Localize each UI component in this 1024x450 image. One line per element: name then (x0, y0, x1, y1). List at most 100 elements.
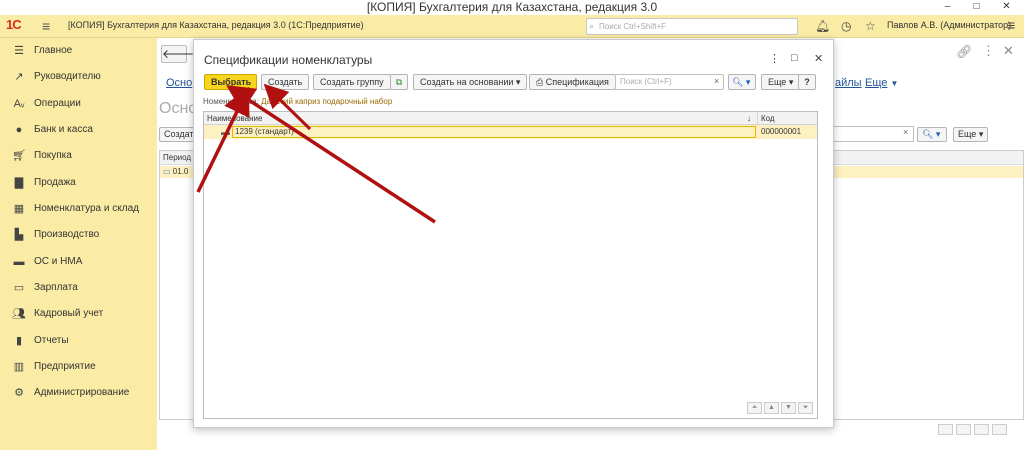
column-divider (757, 112, 758, 125)
back-button[interactable]: 🡐 (161, 45, 194, 63)
sidebar-item-operations[interactable]: Аᵥ Операции (0, 92, 148, 116)
first-page-button[interactable] (938, 424, 953, 435)
people-icon: 👥︎ (12, 308, 26, 320)
sidebar-item-label: Главное (34, 45, 73, 56)
sort-down-icon: ↓ (747, 114, 751, 123)
prev-page-button[interactable]: ▲ (764, 402, 779, 414)
sidebar-item-label: Покупка (34, 150, 72, 161)
nomenclature-filter: Номенклатура: Дамский каприз подарочный … (203, 97, 392, 106)
sidebar-item-label: Зарплата (34, 282, 78, 293)
sidebar-item-enterprise[interactable]: ▥ Предприятие (0, 355, 148, 379)
sidebar-item-bank[interactable]: ● Банк и касса (0, 118, 148, 142)
next-page-button[interactable]: ▼ (781, 402, 796, 414)
close-icon[interactable]: ✕ (814, 52, 823, 65)
table-row[interactable]: ▬ 1239 (стандарт) 000000001 (204, 125, 817, 139)
sidebar-item-hr[interactable]: 👥︎ Кадровый учет (0, 302, 148, 326)
enterprise-icon: ▥ (13, 361, 25, 373)
sidebar-item-warehouse[interactable]: ▦ Номенклатура и склад (0, 197, 148, 221)
sidebar-item-sales[interactable]: ▇ Продажа (0, 171, 148, 195)
star-icon[interactable]: ☆ (865, 19, 876, 33)
sidebar-item-main[interactable]: ☰ Главное (0, 39, 148, 63)
cart-icon: 🛒︎ (12, 150, 26, 162)
row-code-cell: 000000001 (761, 127, 802, 136)
bag-icon: ▇ (14, 177, 24, 189)
sidebar-item-label: ОС и НМА (34, 256, 83, 267)
create-button[interactable]: Создать (261, 74, 310, 90)
copy-icon[interactable]: ⧉ (390, 74, 408, 90)
specifications-table: Наименование ↓ Код ▬ 1239 (стандарт) 000… (203, 111, 818, 419)
truck-icon: ▬ (13, 256, 25, 268)
bg-more-button[interactable]: Еще ▾ (953, 127, 989, 142)
search-icon: 🔍︎ ▾ (922, 129, 941, 139)
operations-icon: Аᵥ (13, 98, 25, 110)
form-more-link[interactable]: Еще ▼ (865, 77, 898, 89)
prev-page-button[interactable] (956, 424, 971, 435)
column-name-header[interactable]: Наименование (207, 112, 262, 125)
sidebar-item-label: Руководителю (34, 71, 101, 82)
settings-menu-icon[interactable]: ≡ (1007, 17, 1015, 33)
sidebar-item-label: Номенклатура и склад (34, 203, 139, 214)
hamburger-menu-icon[interactable]: ≡ (42, 18, 50, 34)
bell-icon[interactable]: 🔔︎ (815, 19, 830, 33)
minimize-button[interactable]: – (938, 0, 957, 15)
tab-files[interactable]: айлы (835, 77, 862, 89)
global-search-placeholder: Поиск Ctrl+Shift+F (599, 22, 667, 31)
link-icon[interactable]: 🔗︎ (956, 44, 973, 60)
dialog-search-button[interactable]: 🔍︎ ▾ (728, 74, 756, 90)
maximize-button[interactable]: □ (967, 0, 986, 15)
sidebar-item-label: Отчеты (34, 335, 69, 346)
arrow-left-icon: 🡐 (162, 47, 195, 61)
create-based-on-button[interactable]: Создать на основании ▾ (413, 74, 528, 90)
clear-icon[interactable]: × (714, 76, 719, 86)
specification-print-button[interactable]: ⎙ Спецификация (529, 74, 616, 90)
sidebar-item-salary[interactable]: ▭ Зарплата (0, 276, 148, 300)
last-page-button[interactable]: ⏷ (798, 402, 813, 414)
gear-icon: ⚙ (14, 387, 24, 399)
printer-icon: ⎙ (536, 77, 544, 87)
sidebar-item-admin[interactable]: ⚙ Администрирование (0, 381, 148, 405)
app-logo: 1С (6, 17, 22, 32)
current-user[interactable]: Павлов А.В. (Администратор) (887, 20, 1011, 30)
filter-value[interactable]: Дамский каприз подарочный набор (261, 97, 392, 106)
history-icon[interactable]: ◷ (841, 19, 851, 33)
next-page-button[interactable] (974, 424, 989, 435)
sidebar-item-purchases[interactable]: 🛒︎ Покупка (0, 144, 148, 168)
sidebar-item-manager[interactable]: ↗ Руководителю (0, 65, 148, 89)
bg-search-button[interactable]: 🔍︎ ▾ (917, 127, 947, 142)
dialog-title: Спецификации номенклатуры (204, 53, 373, 67)
bank-icon: ● (15, 124, 23, 136)
sidebar-item-reports[interactable]: ▮ Отчеты (0, 329, 148, 353)
table-header: Наименование ↓ Код (204, 112, 817, 125)
chevron-down-icon: ▾ (515, 77, 521, 87)
close-window-button[interactable]: ✕ (997, 0, 1016, 15)
more-vert-icon[interactable]: ⋮ (982, 43, 995, 59)
sidebar-item-label: Кадровый учет (34, 308, 104, 319)
dialog-search-input[interactable]: Поиск (Ctrl+F) (615, 74, 724, 90)
clear-icon[interactable]: × (903, 127, 908, 137)
tab-main[interactable]: Осно (166, 77, 192, 89)
document-icon: ▭ (163, 167, 171, 176)
maximize-icon[interactable]: □ (791, 52, 798, 64)
chevron-down-icon: ▼ (890, 79, 899, 88)
sidebar-item-label: Производство (34, 229, 100, 240)
last-page-button[interactable] (992, 424, 1007, 435)
first-page-button[interactable]: ⏶ (747, 402, 762, 414)
select-button[interactable]: Выбрать (204, 74, 257, 90)
sidebar-item-assets[interactable]: ▬ ОС и НМА (0, 250, 148, 274)
help-button[interactable]: ? (798, 74, 816, 90)
sidebar-item-label: Предприятие (34, 361, 96, 372)
app-header: 1С ≡ [КОПИЯ] Бухгалтерия для Казахстана,… (0, 15, 1024, 38)
sidebar-item-production[interactable]: ▙ Производство (0, 223, 148, 247)
dialog-more-button[interactable]: Еще ▾ (761, 74, 801, 90)
window-titlebar: [КОПИЯ] Бухгалтерия для Казахстана, реда… (0, 0, 1024, 15)
column-code-header[interactable]: Код (761, 112, 775, 125)
form-title: Осно (159, 100, 198, 117)
warehouse-icon: ▦ (13, 203, 25, 215)
chart-icon: ↗ (14, 71, 24, 83)
bg-search-input[interactable] (832, 126, 914, 142)
more-vert-icon[interactable]: ⋮ (769, 52, 780, 65)
global-search-input[interactable]: ⌕ Поиск Ctrl+Shift+F (586, 18, 798, 35)
row-name-cell[interactable]: 1239 (стандарт) (232, 126, 756, 138)
close-form-icon[interactable]: ✕ (1003, 43, 1014, 59)
create-group-button[interactable]: Создать группу (313, 74, 391, 90)
